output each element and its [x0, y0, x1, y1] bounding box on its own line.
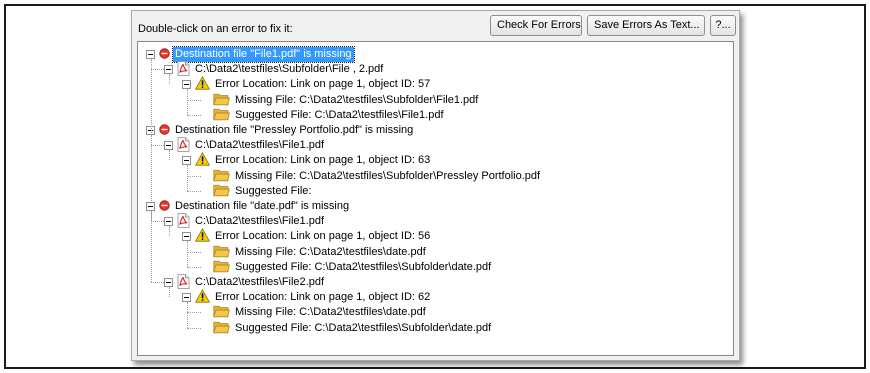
file-node-label: C:\Data2\testfiles\File1.pdf — [195, 215, 325, 228]
error-location-node[interactable]: Error Location: Link on page 1, object I… — [182, 76, 432, 93]
error-node-label: Destination file "Pressley Portfolio.pdf… — [175, 124, 414, 136]
tree-guide-line — [169, 150, 170, 161]
tree-guide-line — [187, 327, 201, 329]
collapse-toggle-icon[interactable] — [164, 217, 173, 227]
help-button[interactable]: ?... — [710, 15, 736, 36]
file-node-label: C:\Data2\testfiles\File1.pdf — [195, 139, 325, 152]
error-tree-view[interactable]: Destination file "File1.pdf" is missing C… — [137, 41, 734, 356]
warning-triangle-icon — [194, 152, 211, 169]
tree-guide-line — [151, 145, 164, 147]
warning-triangle-icon — [194, 76, 211, 93]
error-location-node-label: Error Location: Link on page 1, object I… — [215, 154, 431, 167]
suggested-file-node-label: Suggested File: C:\Data2\testfiles\File1… — [235, 108, 444, 121]
tree-guide-line — [187, 190, 201, 192]
collapse-toggle-icon[interactable] — [146, 50, 155, 59]
tree-guide-line — [169, 74, 170, 85]
suggested-file-node[interactable]: Suggested File: — [200, 184, 313, 199]
pdf-file-icon — [177, 136, 190, 155]
pdf-file-icon — [177, 212, 190, 231]
file-node[interactable]: C:\Data2\testfiles\File1.pdf — [164, 136, 326, 155]
tree-guide-line — [151, 282, 164, 283]
error-circle-icon — [159, 123, 170, 138]
link-errors-dialog: Double-click on an error to fix it: Chec… — [131, 10, 740, 361]
suggested-file-node[interactable]: Suggested File: C:\Data2\testfiles\File1… — [200, 108, 446, 123]
tree-guide-line — [151, 59, 152, 201]
collapse-toggle-icon[interactable] — [182, 156, 191, 166]
tree-guide-line — [187, 175, 201, 177]
save-errors-as-text-button[interactable]: Save Errors As Text... — [587, 15, 705, 36]
tree-guide-line — [187, 302, 188, 328]
tree-guide-line — [187, 266, 201, 268]
tree-guide-line — [151, 69, 164, 71]
collapse-toggle-icon[interactable] — [164, 278, 173, 287]
folder-icon — [213, 320, 230, 337]
error-node-label: Destination file "date.pdf" is missing — [175, 200, 350, 212]
error-location-node[interactable]: Error Location: Link on page 1, object I… — [182, 289, 432, 306]
tree-guide-line — [187, 89, 188, 115]
suggested-file-node-label: Suggested File: C:\Data2\testfiles\Subfo… — [235, 260, 492, 273]
error-location-node-label: Error Location: Link on page 1, object I… — [215, 78, 431, 91]
tree-guide-line — [187, 312, 201, 314]
collapse-toggle-icon[interactable] — [182, 293, 191, 303]
pdf-file-icon — [177, 273, 190, 292]
suggested-file-node[interactable]: Suggested File: C:\Data2\testfiles\Subfo… — [200, 321, 493, 336]
tree-guide-line — [169, 287, 170, 298]
missing-file-node[interactable]: Missing File: C:\Data2\testfiles\date.pd… — [200, 245, 428, 260]
collapse-toggle-icon[interactable] — [182, 232, 191, 242]
instruction-text: Double-click on an error to fix it: — [138, 23, 293, 35]
missing-file-node-label: Missing File: C:\Data2\testfiles\Subfold… — [235, 93, 479, 106]
tree-guide-line — [187, 251, 201, 253]
suggested-file-node-label: Suggested File: — [235, 184, 312, 197]
folder-icon — [213, 107, 230, 124]
missing-file-node[interactable]: Missing File: C:\Data2\testfiles\Subfold… — [200, 169, 542, 184]
collapse-toggle-icon[interactable] — [164, 141, 173, 151]
folder-icon — [213, 259, 230, 276]
error-location-node[interactable]: Error Location: Link on page 1, object I… — [182, 152, 432, 169]
tree-guide-line — [187, 114, 201, 116]
error-circle-icon — [159, 47, 170, 62]
warning-triangle-icon — [194, 228, 211, 245]
missing-file-node[interactable]: Missing File: C:\Data2\testfiles\Subfold… — [200, 93, 480, 108]
missing-file-node[interactable]: Missing File: C:\Data2\testfiles\date.pd… — [200, 305, 428, 320]
error-location-node-label: Error Location: Link on page 1, object I… — [215, 291, 431, 304]
tree-guide-line — [151, 211, 152, 282]
missing-file-node-label: Missing File: C:\Data2\testfiles\Subfold… — [235, 169, 541, 182]
suggested-file-node-label: Suggested File: C:\Data2\testfiles\Subfo… — [235, 321, 492, 334]
tree-guide-line — [187, 165, 188, 191]
file-node[interactable]: C:\Data2\testfiles\Subfolder\File , 2.pd… — [164, 60, 385, 79]
collapse-toggle-icon[interactable] — [146, 202, 155, 211]
file-node[interactable]: C:\Data2\testfiles\File2.pdf — [164, 273, 326, 292]
collapse-toggle-icon[interactable] — [164, 65, 173, 75]
missing-file-node-label: Missing File: C:\Data2\testfiles\date.pd… — [235, 306, 426, 319]
error-node-label: Destination file "File1.pdf" is missing — [172, 46, 355, 63]
warning-triangle-icon — [194, 289, 211, 306]
suggested-file-node[interactable]: Suggested File: C:\Data2\testfiles\Subfo… — [200, 260, 493, 275]
tree-guide-line — [169, 226, 170, 237]
check-for-errors-button[interactable]: Check For Errors — [490, 15, 582, 36]
error-location-node[interactable]: Error Location: Link on page 1, object I… — [182, 228, 432, 245]
file-node-label: C:\Data2\testfiles\File2.pdf — [195, 276, 325, 288]
tree-guide-line — [187, 99, 201, 101]
file-node[interactable]: C:\Data2\testfiles\File1.pdf — [164, 212, 326, 231]
tree-guide-line — [151, 221, 164, 223]
error-circle-icon — [159, 199, 170, 214]
error-location-node-label: Error Location: Link on page 1, object I… — [215, 230, 431, 243]
collapse-toggle-icon[interactable] — [182, 80, 191, 90]
file-node-label: C:\Data2\testfiles\Subfolder\File , 2.pd… — [195, 63, 384, 76]
missing-file-node-label: Missing File: C:\Data2\testfiles\date.pd… — [235, 245, 426, 258]
tree-guide-line — [187, 241, 188, 267]
pdf-file-icon — [177, 60, 190, 79]
folder-icon — [213, 183, 230, 200]
